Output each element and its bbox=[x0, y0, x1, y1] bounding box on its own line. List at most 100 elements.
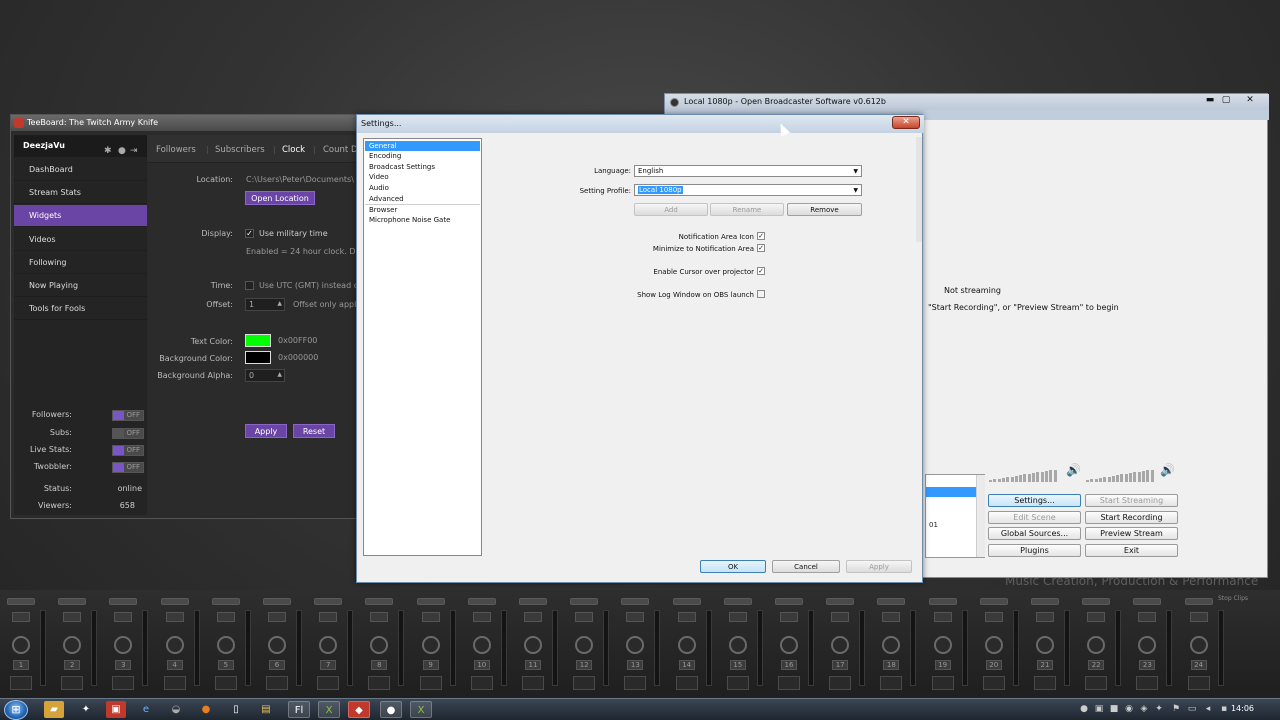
category-microphone-noise-gate[interactable]: Microphone Noise Gate bbox=[365, 215, 480, 225]
mixer-strip-send[interactable] bbox=[1036, 612, 1054, 622]
toggle-subs[interactable]: OFF bbox=[112, 428, 144, 439]
pan-knob-icon[interactable] bbox=[268, 636, 286, 654]
apply-button[interactable]: Apply bbox=[245, 424, 287, 438]
teeboard-taskbar-icon[interactable]: ◆ bbox=[348, 701, 370, 718]
mixer-strip-slot[interactable] bbox=[1034, 676, 1056, 690]
nav-videos[interactable]: Videos bbox=[14, 229, 147, 251]
pan-knob-icon[interactable] bbox=[12, 636, 30, 654]
mixer-strip-button[interactable] bbox=[365, 598, 394, 605]
internet-explorer-icon[interactable]: e bbox=[136, 701, 156, 718]
mixer-strip-slot[interactable] bbox=[470, 676, 493, 690]
ok-button[interactable]: OK bbox=[700, 560, 766, 573]
mixer-strip-send[interactable] bbox=[677, 612, 696, 622]
pan-knob-icon[interactable] bbox=[831, 636, 850, 654]
mixer-strip-button[interactable] bbox=[928, 598, 957, 605]
mixer-strip-send[interactable] bbox=[12, 612, 30, 622]
remove-profile-button[interactable]: Remove bbox=[787, 203, 862, 216]
firefox-icon[interactable]: ● bbox=[196, 701, 216, 718]
mixer-strip-send[interactable] bbox=[472, 612, 491, 622]
start-button[interactable]: ⊞ bbox=[4, 700, 28, 720]
mixer-fader[interactable] bbox=[193, 610, 200, 686]
excel-taskbar-icon[interactable]: X bbox=[318, 701, 340, 718]
nav-stream-stats[interactable]: Stream Stats bbox=[14, 182, 147, 204]
tab-count-down[interactable]: Count D bbox=[323, 145, 358, 155]
close-icon[interactable]: ✕ bbox=[1238, 94, 1262, 106]
mixer-strip-slot[interactable] bbox=[573, 676, 596, 690]
mixer-strip-slot[interactable] bbox=[778, 676, 800, 690]
category-audio[interactable]: Audio bbox=[365, 183, 480, 193]
mixer-strip-button[interactable] bbox=[1184, 598, 1213, 605]
category-general[interactable]: General bbox=[365, 141, 480, 151]
mixer-strip-slot[interactable] bbox=[266, 676, 288, 690]
network-icon[interactable]: ⚑ bbox=[1170, 703, 1182, 715]
mixer-strip-send[interactable] bbox=[728, 612, 747, 622]
mixer-strip-send[interactable] bbox=[165, 612, 184, 622]
tray-icon-2[interactable]: ▣ bbox=[1093, 703, 1105, 715]
pan-knob-icon[interactable] bbox=[1189, 636, 1208, 654]
tab-subscribers[interactable]: Subscribers bbox=[215, 145, 265, 155]
mixer-strip-send[interactable] bbox=[831, 612, 850, 622]
cancel-button[interactable]: Cancel bbox=[772, 560, 840, 573]
add-profile-button[interactable]: Add bbox=[634, 203, 708, 216]
mixer-strip-button[interactable] bbox=[979, 598, 1008, 605]
pan-knob-icon[interactable] bbox=[1138, 636, 1157, 654]
volume-icon[interactable]: ◂ bbox=[1202, 703, 1214, 715]
rename-profile-button[interactable]: Rename bbox=[710, 203, 784, 216]
mixer-strip-button[interactable] bbox=[211, 598, 240, 605]
mixer-strip-button[interactable] bbox=[723, 598, 752, 605]
mixer-strip-button[interactable] bbox=[160, 598, 189, 605]
pan-knob-icon[interactable] bbox=[63, 636, 82, 654]
folder-icon[interactable]: ▤ bbox=[256, 701, 276, 718]
mixer-fader[interactable] bbox=[859, 610, 866, 686]
mixer-strip-send[interactable] bbox=[1087, 612, 1106, 622]
mixer-fader[interactable] bbox=[654, 610, 661, 686]
mic-icon[interactable]: 🔊 bbox=[1160, 463, 1175, 477]
mixer-strip-button[interactable] bbox=[570, 598, 599, 605]
mixer-strip-slot[interactable] bbox=[1187, 676, 1210, 690]
tray-icon-5[interactable]: ◈ bbox=[1138, 703, 1150, 715]
tab-followers[interactable]: Followers bbox=[156, 145, 196, 155]
mixer-strip-button[interactable] bbox=[672, 598, 701, 605]
scene-scrollbar[interactable] bbox=[976, 475, 985, 557]
mixer-strip-send[interactable] bbox=[370, 612, 389, 622]
mixer-strip-button[interactable] bbox=[467, 598, 496, 605]
start-streaming-button[interactable]: Start Streaming bbox=[1085, 494, 1178, 507]
pan-knob-icon[interactable] bbox=[984, 636, 1003, 654]
military-time-checkbox[interactable]: ✓ bbox=[245, 229, 254, 238]
pan-knob-icon[interactable] bbox=[319, 636, 338, 654]
toggle-twobbler[interactable]: OFF bbox=[112, 462, 144, 473]
document-icon[interactable]: ▯ bbox=[226, 701, 246, 718]
category-broadcast-settings[interactable]: Broadcast Settings bbox=[365, 162, 480, 172]
pan-knob-icon[interactable] bbox=[728, 636, 747, 654]
obs-titlebar[interactable]: Local 1080p - Open Broadcaster Software … bbox=[665, 94, 1269, 110]
global-sources-button[interactable]: Global Sources... bbox=[988, 527, 1081, 540]
minimize-notification-checkbox[interactable]: ✓ bbox=[757, 244, 765, 252]
tray-icon-4[interactable]: ◉ bbox=[1123, 703, 1135, 715]
mixer-strip-send[interactable] bbox=[1138, 612, 1157, 622]
app-taskbar-icon[interactable]: X bbox=[410, 701, 432, 718]
mixer-strip-button[interactable] bbox=[7, 598, 35, 605]
mixer-strip-button[interactable] bbox=[1031, 598, 1059, 605]
mixer-fader[interactable] bbox=[500, 610, 507, 686]
apply-button[interactable]: Apply bbox=[846, 560, 912, 573]
start-recording-button[interactable]: Start Recording bbox=[1085, 511, 1178, 524]
mixer-strip-slot[interactable] bbox=[624, 676, 647, 690]
mixer-strip-send[interactable] bbox=[216, 612, 235, 622]
minimize-icon[interactable]: ▬ bbox=[1202, 94, 1218, 106]
mixer-strip-slot[interactable] bbox=[829, 676, 852, 690]
nav-widgets[interactable]: Widgets bbox=[14, 205, 147, 227]
show-log-checkbox[interactable] bbox=[757, 290, 765, 298]
language-select[interactable]: English ▼ bbox=[634, 165, 862, 177]
media-icon[interactable]: ✦ bbox=[76, 701, 96, 718]
mixer-strip-button[interactable] bbox=[263, 598, 291, 605]
scene-selected-row[interactable] bbox=[926, 487, 976, 497]
pan-knob-icon[interactable] bbox=[165, 636, 184, 654]
pan-knob-icon[interactable] bbox=[1087, 636, 1106, 654]
category-browser[interactable]: Browser bbox=[365, 204, 480, 214]
mixer-strip-send[interactable] bbox=[575, 612, 594, 622]
pan-knob-icon[interactable] bbox=[370, 636, 389, 654]
offset-stepper[interactable]: 1 ▲ bbox=[245, 298, 285, 311]
utc-checkbox[interactable] bbox=[245, 281, 254, 290]
teeboard-titlebar[interactable]: TeeBoard: The Twitch Army Knife bbox=[11, 115, 363, 131]
notification-icon-checkbox[interactable]: ✓ bbox=[757, 232, 765, 240]
